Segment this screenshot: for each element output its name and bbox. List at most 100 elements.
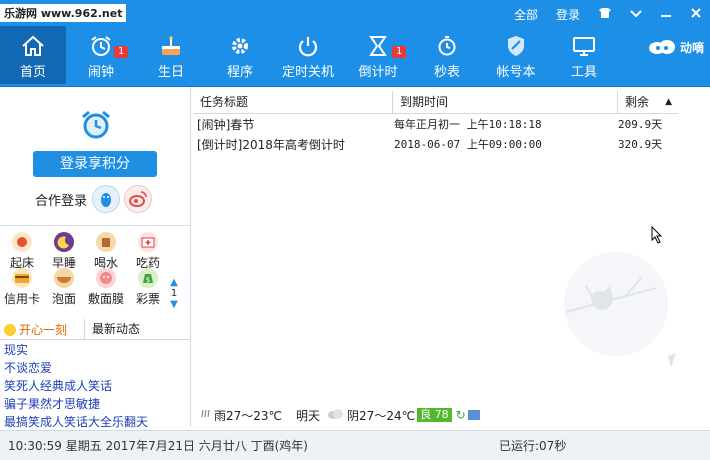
money-bag-icon: $ [138, 268, 158, 288]
bird-decoration-icon [564, 252, 676, 368]
alarm-clock-icon [82, 110, 110, 139]
task-title: [闹钟]春节 [197, 118, 255, 132]
alarm-badge: 1 [114, 46, 129, 58]
nav-label: 工具 [570, 65, 597, 80]
list-item[interactable]: 不谈恋爱 [4, 359, 148, 377]
task-title: [倒计时]2018年高考倒计时 [197, 138, 345, 152]
list-item[interactable]: 现实 [4, 341, 148, 359]
cloud-icon [326, 408, 344, 423]
nav-account-book[interactable]: 帐号本 [480, 26, 552, 84]
watermark: 乐游网 www.962.net [0, 4, 127, 22]
brand-logo: 动嘀 [647, 38, 704, 56]
main-nav: 首页 闹钟 1 生日 程序 定时关机 倒计时 1 秒表 帐号本 工具 [0, 26, 616, 84]
gear-icon [232, 38, 248, 54]
sort-arrow-icon: ▲ [665, 97, 672, 107]
column-label: 剩余 [625, 95, 650, 109]
aqi-badge: 良 78 [417, 408, 452, 422]
nav-shutdown[interactable]: 定时关机 [274, 26, 342, 84]
logo-text: 动嘀 [679, 40, 704, 55]
column-due[interactable]: 到期时间 [393, 91, 618, 113]
list-item[interactable]: 最搞笑成人笑话大全乐翻天 [4, 413, 148, 431]
today-weather: 雨27～23℃ [214, 408, 283, 423]
grid-label: 泡面 [51, 292, 76, 306]
nav-home[interactable]: 首页 [0, 26, 66, 84]
tomorrow-label: 明天 [296, 408, 321, 423]
face-mask-icon [96, 268, 116, 288]
nav-label: 首页 [19, 65, 46, 80]
weather-bar: 雨27～23℃ 明天 阴27～24℃ 良 78 ↻ [200, 406, 710, 424]
qq-login-icon[interactable] [92, 185, 120, 213]
nav-label: 闹钟 [87, 65, 114, 80]
login-points-button[interactable]: 登录享积分 [33, 151, 157, 177]
hourglass-icon [369, 36, 387, 56]
cake-icon [162, 36, 180, 55]
medicine-icon [138, 232, 158, 252]
weather-info-icon[interactable] [467, 410, 480, 420]
table-row[interactable]: [闹钟]春节 每年正月初一 上午10:18:18 209.9天 [193, 115, 678, 135]
stopwatch-icon [438, 36, 456, 56]
nav-birthday[interactable]: 生日 [136, 26, 206, 84]
nav-program[interactable]: 程序 [206, 26, 274, 84]
divider [0, 225, 190, 226]
close-icon[interactable] [690, 7, 702, 22]
svg-text:$: $ [146, 276, 150, 284]
tomorrow-weather: 阴27～24℃ [347, 408, 416, 423]
grid-item-water[interactable]: 喝水 [86, 232, 126, 271]
all-link[interactable]: 全部 [514, 6, 538, 23]
grid-label: 信用卡 [3, 292, 40, 306]
smile-icon [4, 324, 16, 336]
column-remaining[interactable]: 剩余 ▲ [618, 91, 678, 113]
grid-item-face-mask[interactable]: 敷面膜 [86, 268, 126, 307]
top-bar: 乐游网 www.962.net 全部 登录 首页 闹钟 1 生日 程序 定时关机… [0, 0, 710, 87]
tab-label: 开心一刻 [19, 323, 68, 337]
news-tabs: 开心一刻 最新动态 [0, 319, 190, 340]
grid-item-noodles[interactable]: 泡面 [44, 268, 84, 307]
login-link[interactable]: 登录 [556, 6, 580, 23]
refresh-icon[interactable]: ↻ [456, 408, 466, 422]
grid-item-sleep[interactable]: 早睡 [44, 232, 84, 271]
nav-label: 定时关机 [281, 65, 334, 80]
nav-label: 帐号本 [496, 65, 536, 80]
skin-icon[interactable] [598, 7, 612, 21]
task-remaining: 209.9天 [618, 118, 663, 131]
nav-label: 秒表 [433, 65, 460, 80]
left-sidebar: 登录享积分 合作登录 起床 早睡 喝水 吃药 信用卡 泡面 敷面膜 $ 彩票 ▲… [0, 87, 191, 429]
minimize-icon[interactable] [660, 8, 672, 21]
home-icon [22, 35, 44, 56]
column-title[interactable]: 任务标题 [193, 91, 393, 113]
page-down-arrow[interactable]: ▼ [168, 299, 180, 310]
list-item[interactable]: 骗子果然才思敏捷 [4, 395, 148, 413]
nav-label: 程序 [226, 65, 253, 80]
weibo-login-icon[interactable] [124, 185, 152, 213]
grid-label: 敷面膜 [87, 292, 124, 306]
shield-icon [508, 36, 524, 56]
countdown-badge: 1 [392, 46, 407, 58]
grid-item-medicine[interactable]: 吃药 [128, 232, 168, 271]
nav-alarm[interactable]: 闹钟 1 [66, 26, 136, 84]
cloud-logo-icon [648, 40, 675, 54]
task-remaining: 320.9天 [618, 138, 663, 151]
table-row[interactable]: [倒计时]2018年高考倒计时 2018-06-07 上午09:00:00 32… [193, 135, 678, 155]
nav-tools[interactable]: 工具 [552, 26, 616, 84]
grid-item-wake[interactable]: 起床 [2, 232, 42, 271]
top-menu: 全部 登录 [496, 6, 710, 22]
list-item[interactable]: 笑死人经典成人笑话 [4, 377, 148, 395]
grid-item-lottery[interactable]: $ 彩票 [128, 268, 168, 307]
nav-countdown[interactable]: 倒计时 1 [342, 26, 414, 84]
nav-stopwatch[interactable]: 秒表 [414, 26, 480, 84]
grid-item-credit-card[interactable]: 信用卡 [2, 268, 42, 307]
power-icon [298, 37, 318, 57]
page-indicator: 1 [170, 288, 178, 299]
credit-card-icon [12, 268, 32, 288]
page-up-arrow[interactable]: ▲ [168, 277, 180, 288]
moon-icon [54, 232, 74, 252]
joke-list: 现实 不谈恋爱 笑死人经典成人笑话 骗子果然才思敏捷 最搞笑成人笑话大全乐翻天 [4, 341, 148, 431]
nav-label: 生日 [157, 65, 184, 80]
tab-news[interactable]: 最新动态 [84, 319, 189, 339]
running-time: 已运行:07秒 [499, 439, 567, 453]
table-header: 任务标题 到期时间 剩余 ▲ [193, 91, 678, 114]
menu-icon[interactable] [630, 8, 642, 21]
task-due: 2018-06-07 上午09:00:00 [394, 138, 542, 151]
rain-icon [200, 408, 212, 423]
tab-fun[interactable]: 开心一刻 [4, 321, 67, 338]
